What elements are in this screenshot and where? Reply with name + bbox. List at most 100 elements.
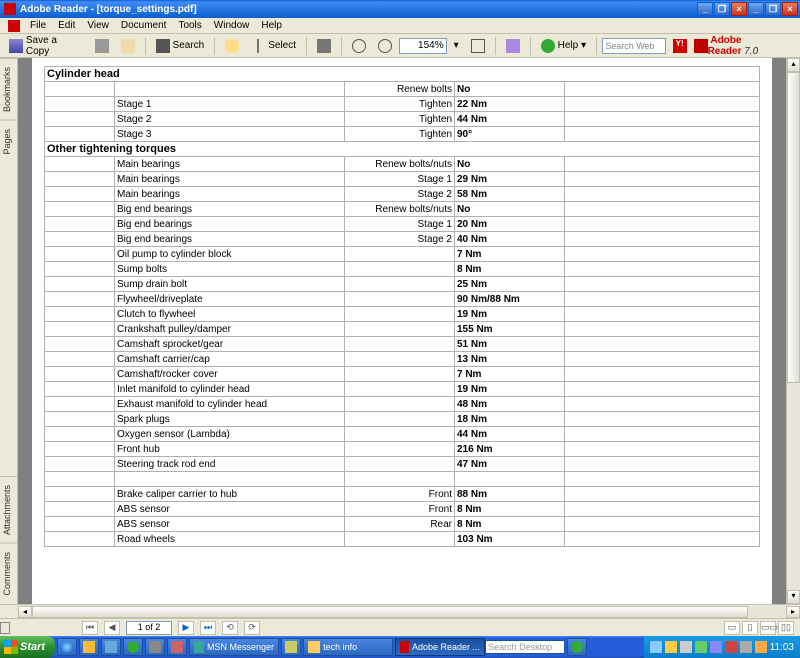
tray-icon[interactable]: [665, 641, 677, 653]
tray-icon[interactable]: [710, 641, 722, 653]
tab-comments[interactable]: Comments: [0, 543, 17, 604]
table-row: Steering track rod end47 Nm: [45, 457, 760, 472]
tab-pages[interactable]: Pages: [0, 120, 17, 163]
menu-edit[interactable]: Edit: [52, 20, 81, 31]
hscroll-thumb[interactable]: [32, 606, 748, 618]
page-number-field[interactable]: 1 of 2: [126, 621, 172, 635]
clock[interactable]: 11:03: [770, 642, 794, 653]
search-desktop-input[interactable]: Search Desktop: [485, 640, 565, 654]
quicklaunch-app1[interactable]: [145, 638, 165, 656]
scroll-thumb[interactable]: [787, 72, 800, 383]
quicklaunch-media[interactable]: [123, 638, 143, 656]
tray-icon[interactable]: [680, 641, 692, 653]
item-value: 19 Nm: [455, 382, 565, 397]
scroll-up-arrow[interactable]: ▴: [787, 58, 800, 72]
vertical-scrollbar[interactable]: ▴ ▾: [786, 58, 800, 604]
table-row: Spark plugs18 Nm: [45, 412, 760, 427]
tab-bookmarks[interactable]: Bookmarks: [0, 58, 17, 120]
menu-document[interactable]: Document: [115, 20, 173, 31]
item-value: 19 Nm: [455, 307, 565, 322]
forward-view-button[interactable]: ⟳: [244, 621, 260, 635]
snapshot-button[interactable]: [312, 37, 336, 55]
item-label: ABS sensor: [115, 502, 345, 517]
prev-page-button[interactable]: ◀: [104, 621, 120, 635]
fit-page-icon: [471, 39, 485, 53]
item-value: 47 Nm: [455, 457, 565, 472]
minimize-button[interactable]: _: [697, 2, 713, 16]
scroll-down-arrow[interactable]: ▾: [787, 590, 800, 604]
quicklaunch-desktop[interactable]: [101, 638, 121, 656]
tray-icon[interactable]: [650, 641, 662, 653]
item-value: 18 Nm: [455, 412, 565, 427]
spacer-cell: [565, 457, 760, 472]
quicklaunch-ie[interactable]: [57, 638, 77, 656]
fit-page-button[interactable]: [466, 37, 490, 55]
search-desktop-go[interactable]: [567, 638, 587, 656]
close-button-outer[interactable]: ×: [731, 2, 747, 16]
quicklaunch-app2[interactable]: [167, 638, 187, 656]
taskbar-item-techinfo[interactable]: tech info: [303, 638, 393, 656]
menu-view[interactable]: View: [81, 20, 115, 31]
email-button[interactable]: [116, 37, 140, 55]
reading-button[interactable]: [501, 37, 525, 55]
search-web-input[interactable]: Search Web: [602, 38, 665, 54]
zoom-in-button[interactable]: [373, 37, 397, 55]
minimize-button-inner[interactable]: _: [748, 2, 764, 16]
menu-help[interactable]: Help: [255, 20, 288, 31]
item-sublabel: [345, 442, 455, 457]
continuous-facing-view[interactable]: ▯▯: [778, 621, 794, 635]
menu-tools[interactable]: Tools: [172, 20, 207, 31]
item-sublabel: Front: [345, 487, 455, 502]
close-button-inner[interactable]: ×: [782, 2, 798, 16]
single-page-view[interactable]: ▭: [724, 621, 740, 635]
item-label: Big end bearings: [115, 217, 345, 232]
last-page-button[interactable]: ⏭: [200, 621, 216, 635]
scroll-left-arrow[interactable]: ◂: [18, 606, 32, 618]
horizontal-scrollbar[interactable]: ◂ ▸: [0, 604, 800, 618]
tray-icon[interactable]: [725, 641, 737, 653]
quicklaunch-outlook[interactable]: [79, 638, 99, 656]
spacer-cell: [45, 352, 115, 367]
taskbar-item-msn[interactable]: MSN Messenger: [189, 638, 279, 656]
continuous-view[interactable]: ▯: [742, 621, 758, 635]
start-button[interactable]: Start: [0, 636, 55, 658]
first-page-button[interactable]: ⏮: [82, 621, 98, 635]
taskbar-item-adobe[interactable]: Adobe Reader ...: [395, 638, 485, 656]
zoom-level-field[interactable]: 154%: [399, 38, 447, 54]
facing-view[interactable]: ▭▭: [760, 621, 776, 635]
spacer-cell: [45, 472, 115, 487]
separator: [306, 37, 307, 55]
document-viewport[interactable]: Cylinder headRenew boltsNoStage 1Tighten…: [18, 58, 786, 604]
next-page-button[interactable]: ▶: [178, 621, 194, 635]
select-tool-button[interactable]: Select: [246, 37, 301, 55]
hand-tool-button[interactable]: [220, 37, 244, 55]
restore-button-inner[interactable]: ❐: [765, 2, 781, 16]
scroll-right-arrow[interactable]: ▸: [786, 606, 800, 618]
zoom-dropdown[interactable]: ▾: [449, 37, 464, 55]
print-button[interactable]: [90, 37, 114, 55]
adobe-logo-icon: [694, 39, 708, 53]
windows-flag-icon: [4, 640, 18, 654]
tray-icon[interactable]: [695, 641, 707, 653]
yahoo-search-button[interactable]: Y!: [668, 37, 692, 55]
save-copy-button[interactable]: Save a Copy: [4, 37, 88, 55]
help-button[interactable]: Help▾: [536, 37, 592, 55]
spacer-cell: [565, 187, 760, 202]
item-value: No: [455, 82, 565, 97]
tray-icon[interactable]: [740, 641, 752, 653]
menu-window[interactable]: Window: [208, 20, 256, 31]
tray-icon[interactable]: [755, 641, 767, 653]
hscroll-track[interactable]: [32, 606, 786, 618]
menu-file[interactable]: File: [24, 20, 52, 31]
restore-button[interactable]: ❐: [714, 2, 730, 16]
taskbar-item-small1[interactable]: [281, 638, 301, 656]
scroll-track[interactable]: [787, 72, 800, 590]
search-label: Search: [173, 40, 205, 51]
back-view-button[interactable]: ⟲: [222, 621, 238, 635]
search-button[interactable]: Search: [151, 37, 210, 55]
table-row: Renew boltsNo: [45, 82, 760, 97]
item-sublabel: [345, 427, 455, 442]
spacer-cell: [45, 97, 115, 112]
zoom-out-button[interactable]: [347, 37, 371, 55]
tab-attachments[interactable]: Attachments: [0, 476, 17, 543]
